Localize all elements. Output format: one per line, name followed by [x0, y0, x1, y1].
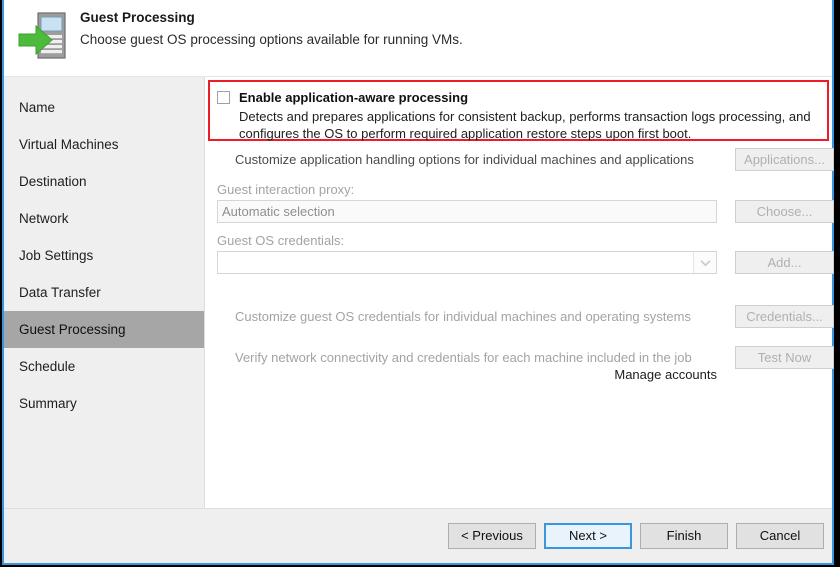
credentials-button[interactable]: Credentials...	[735, 305, 834, 328]
enable-app-aware-processing-label: Enable application-aware processing	[239, 90, 468, 105]
sidebar-item-network[interactable]: Network	[4, 200, 204, 237]
sidebar-item-virtual-machines[interactable]: Virtual Machines	[4, 126, 204, 163]
sidebar-item-schedule[interactable]: Schedule	[4, 348, 204, 385]
next-button[interactable]: Next >	[544, 523, 632, 549]
wizard-step-list: Name Virtual Machines Destination Networ…	[4, 77, 205, 508]
choose-proxy-row: Choose...	[217, 200, 837, 223]
previous-button[interactable]: < Previous	[448, 523, 536, 549]
sidebar-item-guest-processing[interactable]: Guest Processing	[4, 311, 204, 348]
verify-connectivity-label: Verify network connectivity and credenti…	[235, 348, 692, 367]
guest-os-credentials-label: Guest OS credentials:	[217, 232, 344, 250]
page-subtitle: Choose guest OS processing options avail…	[80, 29, 463, 50]
enable-app-aware-processing-checkbox[interactable]: Enable application-aware processing	[217, 90, 468, 105]
sidebar-item-name[interactable]: Name	[4, 89, 204, 126]
sidebar-item-destination[interactable]: Destination	[4, 163, 204, 200]
test-now-button[interactable]: Test Now	[735, 346, 834, 369]
sidebar-item-summary[interactable]: Summary	[4, 385, 204, 422]
guest-interaction-proxy-label: Guest interaction proxy:	[217, 181, 354, 199]
sidebar-item-data-transfer[interactable]: Data Transfer	[4, 274, 204, 311]
choose-button[interactable]: Choose...	[735, 200, 834, 223]
wizard-window: Guest Processing Choose guest OS process…	[2, 0, 834, 565]
applications-row-label: Customize application handling options f…	[235, 150, 694, 169]
finish-button[interactable]: Finish	[640, 523, 728, 549]
wizard-header: Guest Processing Choose guest OS process…	[4, 0, 832, 77]
applications-button[interactable]: Applications...	[735, 148, 834, 171]
app-aware-description: Detects and prepares applications for co…	[239, 108, 819, 142]
wizard-footer: < Previous Next > Finish Cancel	[4, 508, 832, 563]
manage-accounts-link[interactable]: Manage accounts	[605, 367, 717, 382]
add-button[interactable]: Add...	[735, 251, 834, 274]
customize-credentials-row: Customize guest OS credentials for indiv…	[217, 305, 837, 328]
guest-processing-server-icon	[16, 8, 74, 66]
cancel-button[interactable]: Cancel	[736, 523, 824, 549]
customize-credentials-label: Customize guest OS credentials for indiv…	[235, 307, 691, 326]
applications-row: Customize application handling options f…	[217, 148, 837, 171]
page-title: Guest Processing	[80, 8, 463, 28]
sidebar-item-job-settings[interactable]: Job Settings	[4, 237, 204, 274]
checkbox-box[interactable]	[217, 91, 230, 104]
add-credentials-row: Add...	[217, 251, 837, 274]
verify-connectivity-row: Verify network connectivity and credenti…	[217, 346, 837, 369]
guest-processing-panel: Enable application-aware processing Dete…	[205, 77, 832, 508]
wizard-body: Name Virtual Machines Destination Networ…	[4, 77, 832, 508]
header-text-block: Guest Processing Choose guest OS process…	[80, 8, 463, 50]
